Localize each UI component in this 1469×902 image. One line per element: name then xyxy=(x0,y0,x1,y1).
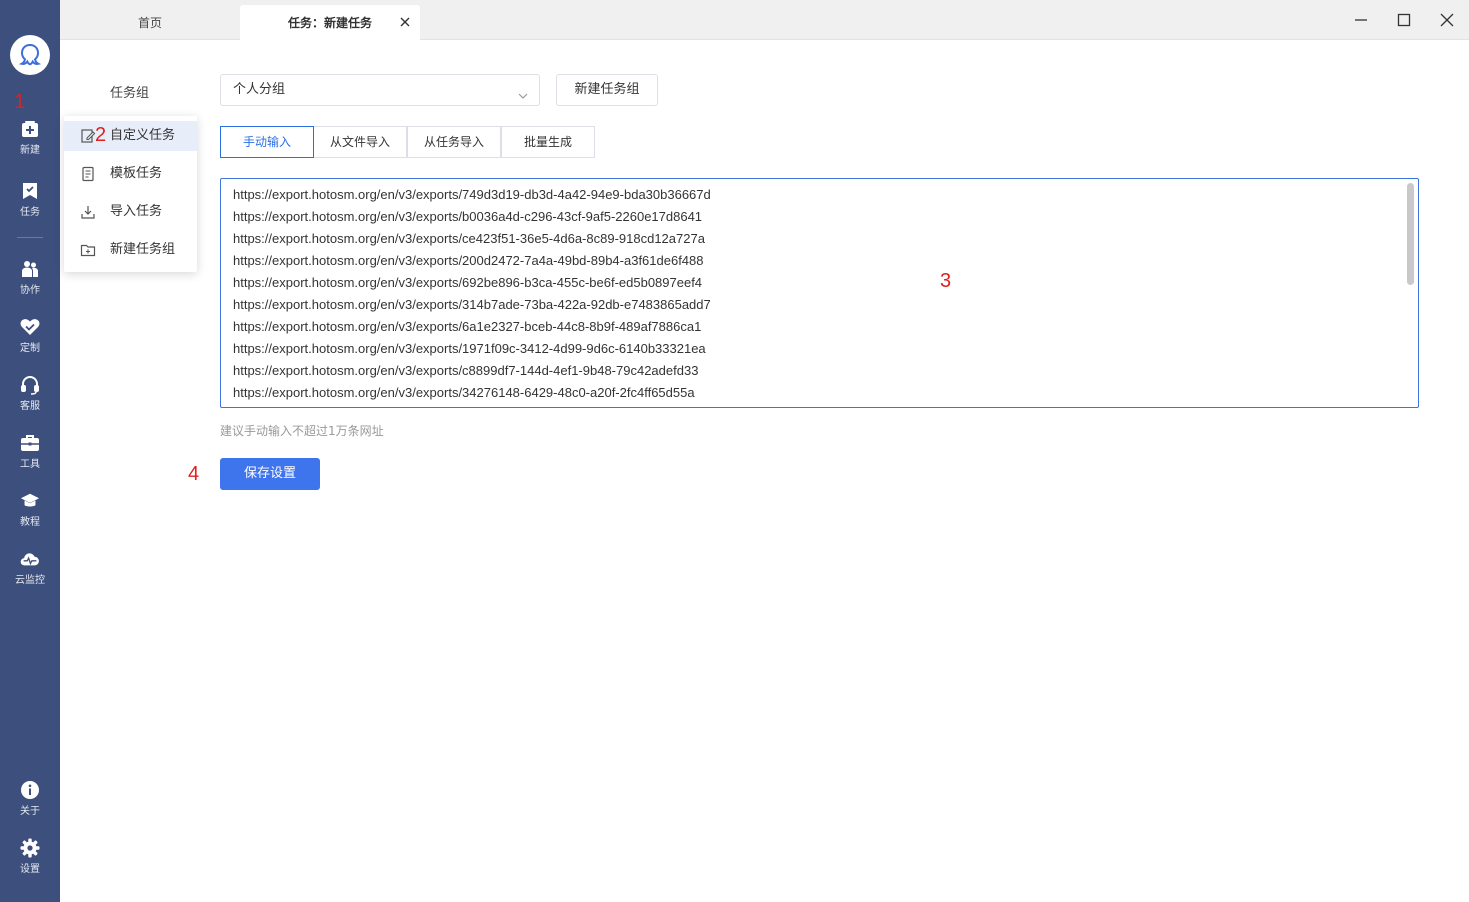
task-group-label: 任务组 xyxy=(110,86,150,101)
url-line: https://export.hotosm.org/en/v3/exports/… xyxy=(233,231,705,246)
tab-new-task[interactable]: 任务：新建任务 xyxy=(240,5,420,40)
sidebar-divider xyxy=(17,237,43,238)
tab-batch-generate[interactable]: 批量生成 xyxy=(501,126,595,158)
step-marker-4: 4 xyxy=(188,463,200,485)
step-marker-3: 3 xyxy=(940,270,952,292)
tab-home[interactable]: 首页 xyxy=(60,5,240,40)
sidebar-item-label: 定制 xyxy=(20,343,40,354)
sidebar-item-tutorial[interactable]: 教程 xyxy=(0,491,60,537)
url-line: https://export.hotosm.org/en/v3/exports/… xyxy=(233,297,711,312)
menu-item-template-task[interactable]: 模板任务 xyxy=(64,159,197,189)
sidebar-item-label: 客服 xyxy=(20,401,40,412)
headset-icon xyxy=(20,375,40,395)
new-task-group-button[interactable]: 新建任务组 xyxy=(556,74,658,106)
input-hint: 建议手动输入不超过1万条网址 xyxy=(220,424,384,438)
new-menu-popup: 自定义任务 模板任务 导入任务 新建任务组 xyxy=(64,116,197,272)
people-icon xyxy=(20,259,40,279)
edit-icon xyxy=(80,128,96,144)
url-line: https://export.hotosm.org/en/v3/exports/… xyxy=(233,187,711,202)
heart-check-icon xyxy=(20,317,40,337)
gear-icon xyxy=(20,838,40,858)
menu-item-label: 新建任务组 xyxy=(110,242,176,257)
sidebar-item-cloud-monitor[interactable]: 云监控 xyxy=(0,549,60,595)
sidebar-item-new[interactable]: 新建 xyxy=(0,119,60,165)
task-group-value: 个人分组 xyxy=(233,82,286,97)
info-icon xyxy=(20,780,40,800)
sidebar-item-label: 任务 xyxy=(20,207,40,218)
sidebar-item-label: 工具 xyxy=(20,459,40,470)
url-line: https://export.hotosm.org/en/v3/exports/… xyxy=(233,385,695,400)
folder-add-icon xyxy=(80,242,96,258)
sidebar-item-collaborate[interactable]: 协作 xyxy=(0,259,60,305)
sidebar-item-label: 关于 xyxy=(20,806,40,817)
url-line: https://export.hotosm.org/en/v3/exports/… xyxy=(233,209,703,224)
tab-label: 任务：新建任务 xyxy=(287,16,372,30)
sidebar-item-tools[interactable]: 工具 xyxy=(0,433,60,479)
chevron-down-icon xyxy=(517,84,529,99)
octopus-logo-icon[interactable] xyxy=(10,35,50,75)
tab-manual-input[interactable]: 手动输入 xyxy=(220,126,314,158)
url-line: https://export.hotosm.org/en/v3/exports/… xyxy=(233,253,704,268)
step-marker-2: 2 xyxy=(95,124,107,146)
sidebar-item-label: 教程 xyxy=(20,517,40,528)
sidebar-item-service[interactable]: 客服 xyxy=(0,375,60,421)
menu-item-custom-task[interactable]: 自定义任务 xyxy=(64,121,197,151)
bookmark-flag-icon xyxy=(20,181,40,201)
menu-item-label: 模板任务 xyxy=(110,166,163,181)
import-icon xyxy=(80,204,96,220)
template-icon xyxy=(80,166,96,182)
url-textarea[interactable]: https://export.hotosm.org/en/v3/exports/… xyxy=(220,178,1419,408)
menu-item-label: 自定义任务 xyxy=(110,128,176,143)
task-group-select[interactable]: 个人分组 xyxy=(220,74,540,106)
sidebar-item-about[interactable]: 关于 xyxy=(0,780,60,826)
minimize-icon[interactable] xyxy=(1349,8,1373,32)
sidebar-item-label: 云监控 xyxy=(15,575,45,586)
save-settings-button[interactable]: 保存设置 xyxy=(220,458,320,490)
close-icon[interactable] xyxy=(398,15,412,29)
graduation-cap-icon xyxy=(20,491,40,511)
cloud-monitor-icon xyxy=(20,549,40,569)
textarea-scrollbar[interactable] xyxy=(1407,183,1414,285)
add-box-icon xyxy=(20,119,40,139)
tab-bar: 首页 任务：新建任务 xyxy=(60,0,1469,40)
sidebar-item-custom[interactable]: 定制 xyxy=(0,317,60,363)
url-list: https://export.hotosm.org/en/v3/exports/… xyxy=(233,184,711,404)
step-marker-1: 1 xyxy=(14,91,26,113)
url-line: https://export.hotosm.org/en/v3/exports/… xyxy=(233,319,702,334)
tab-import-from-task[interactable]: 从任务导入 xyxy=(407,126,501,158)
toolbox-icon xyxy=(20,433,40,453)
sidebar-item-label: 新建 xyxy=(20,145,40,156)
left-sidebar: 新建 任务 协作 定制 客服 工具 教程 云监控 关于 设置 xyxy=(0,0,60,902)
menu-item-import-task[interactable]: 导入任务 xyxy=(64,197,197,227)
url-line: https://export.hotosm.org/en/v3/exports/… xyxy=(233,275,703,290)
sidebar-item-tasks[interactable]: 任务 xyxy=(0,181,60,227)
sidebar-item-settings[interactable]: 设置 xyxy=(0,838,60,884)
tab-import-from-file[interactable]: 从文件导入 xyxy=(313,126,407,158)
sidebar-item-label: 设置 xyxy=(20,864,40,875)
menu-item-new-task-group[interactable]: 新建任务组 xyxy=(64,235,197,265)
maximize-icon[interactable] xyxy=(1392,8,1416,32)
window-close-icon[interactable] xyxy=(1435,8,1459,32)
sidebar-item-label: 协作 xyxy=(20,285,40,296)
menu-item-label: 导入任务 xyxy=(110,204,163,219)
url-line: https://export.hotosm.org/en/v3/exports/… xyxy=(233,363,699,378)
url-line: https://export.hotosm.org/en/v3/exports/… xyxy=(233,341,706,356)
